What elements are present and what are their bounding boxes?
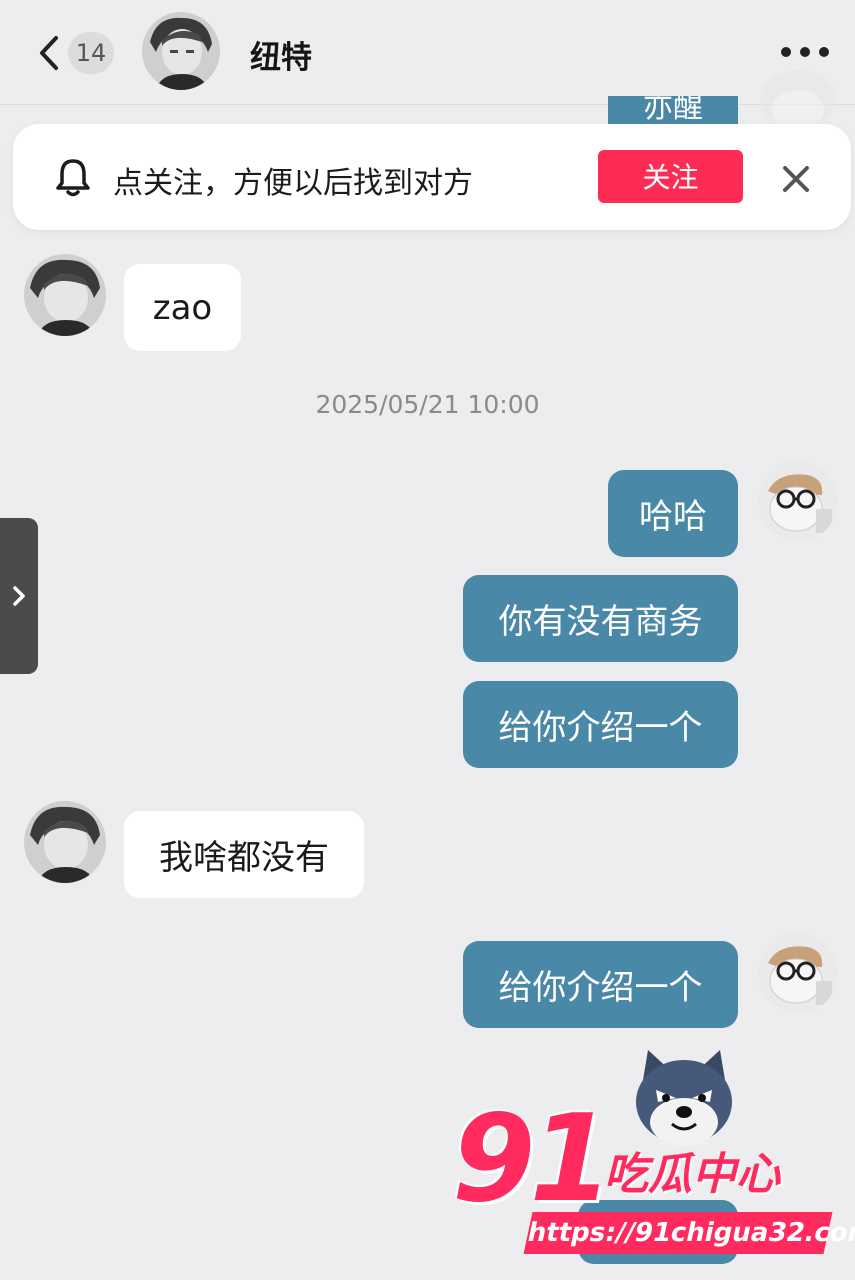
watermark-dog-logo	[628, 1046, 740, 1150]
message-bubble-outgoing[interactable]: 给你介绍一个	[463, 681, 738, 768]
more-dots-icon	[781, 47, 829, 57]
unread-count-badge[interactable]: 14	[68, 32, 114, 74]
message-text: 给你介绍一个	[498, 708, 703, 748]
my-avatar[interactable]	[758, 461, 838, 541]
message-text: 我啥都没有	[159, 838, 329, 878]
contact-avatar-message[interactable]	[24, 801, 106, 883]
contact-avatar[interactable]	[142, 12, 220, 90]
message-bubble-outgoing[interactable]: 给你介绍一个	[463, 941, 738, 1028]
contact-avatar-message[interactable]	[24, 254, 106, 336]
follow-prompt-text: 点关注，方便以后找到对方	[113, 166, 473, 201]
chevron-right-icon	[13, 586, 25, 606]
close-icon	[783, 166, 809, 192]
watermark-number: 91	[452, 1090, 613, 1229]
follow-banner: 点关注，方便以后找到对方 关注	[13, 124, 851, 230]
partial-message-text: 亦醒	[643, 96, 703, 125]
watermark-title: 吃瓜中心	[604, 1149, 780, 1200]
bell-icon	[53, 156, 93, 198]
message-text: 你有没有商务	[498, 602, 703, 642]
message-timestamp: 2025/05/21 10:00	[315, 390, 540, 419]
side-drawer-toggle[interactable]	[0, 518, 38, 674]
more-options-button[interactable]	[778, 40, 832, 64]
message-bubble-outgoing[interactable]: 哈哈	[608, 470, 738, 557]
message-bubble-incoming[interactable]: zao	[124, 264, 241, 351]
message-bubble-outgoing[interactable]: 你有没有商务	[463, 575, 738, 662]
back-button[interactable]	[30, 28, 70, 78]
follow-button[interactable]: 关注	[598, 150, 743, 203]
my-avatar-partial	[760, 70, 836, 128]
watermark-url: https://91chigua32.com	[523, 1212, 855, 1254]
my-avatar[interactable]	[758, 933, 838, 1013]
chat-header: 14 纽特	[0, 0, 855, 105]
chevron-left-icon	[40, 36, 58, 70]
message-text: 哈哈	[639, 497, 707, 537]
message-text: zao	[152, 287, 213, 328]
contact-name[interactable]: 纽特	[250, 32, 312, 77]
close-banner-button[interactable]	[779, 162, 813, 196]
message-bubble-incoming[interactable]: 我啥都没有	[124, 811, 364, 898]
message-text: 给你介绍一个	[498, 968, 703, 1008]
